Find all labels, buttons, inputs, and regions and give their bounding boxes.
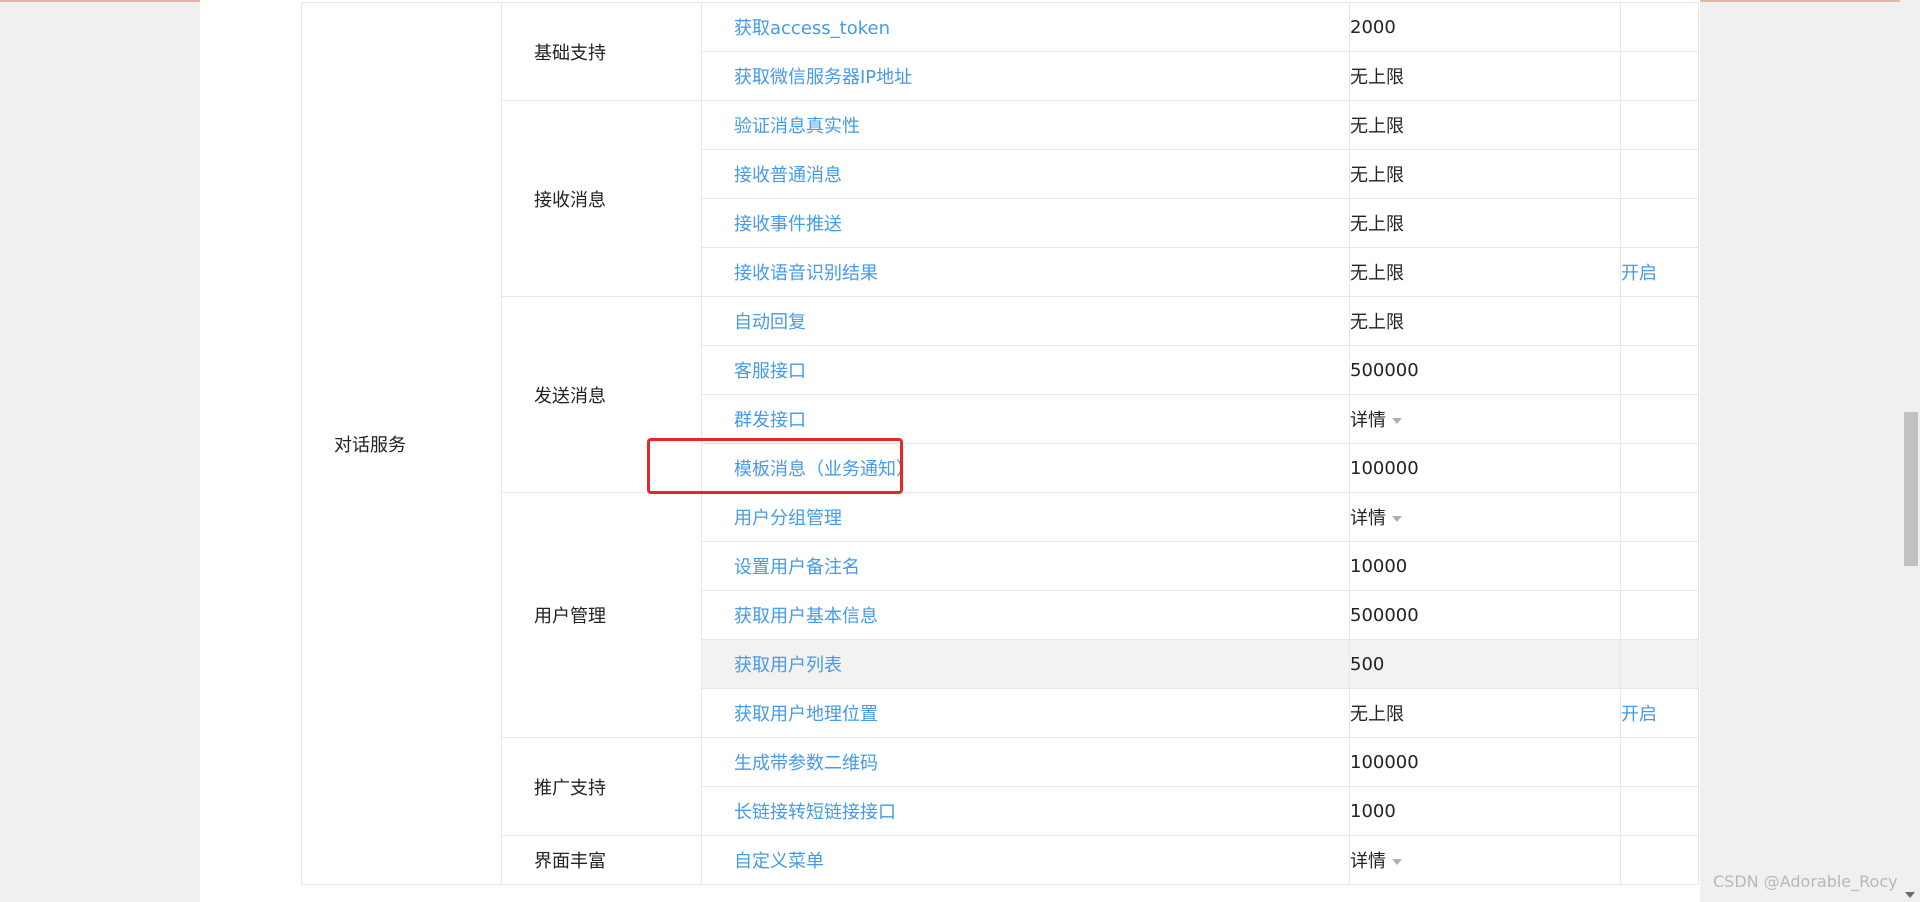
scroll-down-arrow-icon[interactable] xyxy=(1905,892,1915,898)
quota-cell: 无上限 xyxy=(1349,247,1621,297)
api-link[interactable]: 获取access_token xyxy=(734,18,890,39)
extra-cell xyxy=(1620,737,1699,787)
extra-cell xyxy=(1620,198,1699,248)
table-row: 推广支持 生成带参数二维码 100000 xyxy=(302,737,1699,836)
category-cell: 界面丰富 xyxy=(501,835,702,885)
api-link[interactable]: 自动回复 xyxy=(734,312,806,333)
category-cell: 用户管理 xyxy=(501,492,702,738)
quota-cell: 无上限 xyxy=(1349,51,1621,101)
quota-cell: 2000 xyxy=(1349,2,1621,52)
api-link[interactable]: 自定义菜单 xyxy=(734,851,824,872)
api-link[interactable]: 获取用户列表 xyxy=(734,655,842,676)
extra-cell xyxy=(1620,443,1699,493)
api-link[interactable]: 客服接口 xyxy=(734,361,806,382)
category-cell: 基础支持 xyxy=(501,2,702,101)
extra-cell xyxy=(1620,296,1699,346)
enable-link[interactable]: 开启 xyxy=(1621,704,1657,725)
details-label[interactable]: 详情 xyxy=(1350,851,1386,872)
extra-cell xyxy=(1620,100,1699,150)
extra-cell xyxy=(1620,394,1699,444)
caret-down-icon[interactable] xyxy=(1392,418,1402,424)
api-link[interactable]: 接收语音识别结果 xyxy=(734,263,878,284)
vertical-scrollbar[interactable] xyxy=(1900,0,1920,902)
details-toggle[interactable]: 详情 xyxy=(1350,410,1402,431)
extra-cell xyxy=(1620,492,1699,542)
extra-cell xyxy=(1620,149,1699,199)
extra-cell xyxy=(1620,2,1699,52)
quota-cell: 无上限 xyxy=(1349,688,1621,738)
table-row: 接收消息 验证消息真实性 无上限 xyxy=(302,100,1699,297)
details-toggle[interactable]: 详情 xyxy=(1350,851,1402,872)
extra-cell xyxy=(1620,835,1699,885)
quota-cell: 无上限 xyxy=(1349,296,1621,346)
category-cell: 推广支持 xyxy=(501,737,702,836)
service-cell: 对话服务 xyxy=(301,2,502,885)
quota-cell: 500 xyxy=(1349,639,1621,689)
extra-cell xyxy=(1620,639,1699,689)
api-link[interactable]: 设置用户备注名 xyxy=(734,557,860,578)
table-row: 对话服务 基础支持 获取access_token 2000 xyxy=(301,2,1699,885)
extra-cell xyxy=(1620,541,1699,591)
watermark-text: CSDN @Adorable_Rocy xyxy=(1713,872,1898,891)
quota-cell: 详情 xyxy=(1349,492,1621,542)
api-link[interactable]: 长链接转短链接接口 xyxy=(734,802,896,823)
api-quota-table: 对话服务 基础支持 获取access_token 2000 获取微信服务器IP地… xyxy=(301,2,1699,885)
details-label[interactable]: 详情 xyxy=(1350,508,1386,529)
scrollbar-thumb[interactable] xyxy=(1904,412,1918,566)
api-link[interactable]: 获取微信服务器IP地址 xyxy=(734,67,912,88)
quota-cell: 100000 xyxy=(1349,737,1621,787)
quota-cell: 详情 xyxy=(1349,835,1621,885)
details-toggle[interactable]: 详情 xyxy=(1350,508,1402,529)
quota-cell: 100000 xyxy=(1349,443,1621,493)
quota-cell: 无上限 xyxy=(1349,198,1621,248)
quota-cell: 详情 xyxy=(1349,394,1621,444)
extra-cell xyxy=(1620,590,1699,640)
api-link[interactable]: 用户分组管理 xyxy=(734,508,842,529)
table-row: 发送消息 自动回复 无上限 xyxy=(302,296,1699,493)
api-link[interactable]: 群发接口 xyxy=(734,410,806,431)
caret-down-icon[interactable] xyxy=(1392,516,1402,522)
enable-link[interactable]: 开启 xyxy=(1621,263,1657,284)
extra-cell xyxy=(1620,345,1699,395)
quota-cell: 500000 xyxy=(1349,345,1621,395)
table-row: 界面丰富 自定义菜单 详情 xyxy=(302,835,1699,885)
table-row: 用户管理 用户分组管理 详情 xyxy=(302,492,1699,738)
api-link[interactable]: 获取用户地理位置 xyxy=(734,704,878,725)
quota-cell: 1000 xyxy=(1349,786,1621,836)
api-link[interactable]: 接收普通消息 xyxy=(734,165,842,186)
api-link[interactable]: 生成带参数二维码 xyxy=(734,753,878,774)
quota-cell: 500000 xyxy=(1349,590,1621,640)
highlight-annotation-box xyxy=(647,438,903,494)
api-link[interactable]: 验证消息真实性 xyxy=(734,116,860,137)
extra-cell xyxy=(1620,51,1699,101)
category-cell: 接收消息 xyxy=(501,100,702,297)
extra-cell xyxy=(1620,786,1699,836)
api-link[interactable]: 获取用户基本信息 xyxy=(734,606,878,627)
quota-cell: 10000 xyxy=(1349,541,1621,591)
quota-cell: 无上限 xyxy=(1349,100,1621,150)
quota-cell: 无上限 xyxy=(1349,149,1621,199)
caret-down-icon[interactable] xyxy=(1392,859,1402,865)
api-link[interactable]: 接收事件推送 xyxy=(734,214,842,235)
details-label[interactable]: 详情 xyxy=(1350,410,1386,431)
